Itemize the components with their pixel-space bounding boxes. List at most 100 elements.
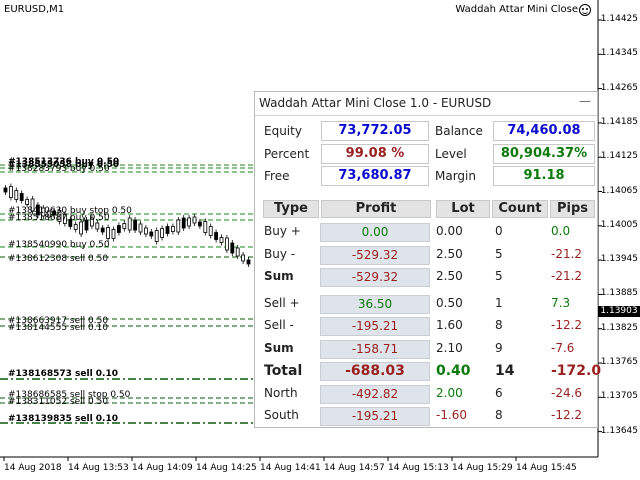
candle-body [197, 221, 202, 227]
row-type: North [264, 385, 298, 400]
price-tick-label: 1.13825 [600, 322, 638, 333]
price-tick-label: 1.13645 [600, 425, 638, 436]
price-tick-label: 1.14185 [600, 116, 638, 127]
candle-body [230, 242, 235, 254]
order-label: #138144555 sell 0.10 [8, 323, 109, 333]
panel-title: Waddah Attar Mini Close 1.0 - EURUSD [259, 96, 492, 110]
row-type: South [264, 408, 299, 422]
row-pips: 7.3 [551, 295, 571, 310]
balance-label: Balance [435, 124, 483, 138]
time-tick-label: 14 Aug 14:57 [324, 463, 385, 473]
candle-body [133, 219, 138, 231]
row-lot: -1.60 [436, 408, 468, 422]
free-value: 73,680.87 [321, 166, 429, 186]
row-lot: 0.00 [436, 224, 463, 238]
time-tick-label: 14 Aug 14:41 [260, 463, 321, 473]
price-tick-label: 1.13705 [600, 391, 638, 402]
candle-body [208, 226, 213, 236]
margin-value: 91.18 [493, 166, 595, 186]
candle-body [176, 219, 181, 233]
row-type: Sell + [264, 295, 300, 310]
mini-close-panel[interactable]: Waddah Attar Mini Close 1.0 - EURUSD — E… [254, 91, 602, 428]
candle-body [181, 217, 186, 229]
time-tick-label: 14 Aug 15:45 [516, 463, 577, 473]
candle-body [187, 217, 192, 227]
percent-value: 99.08 % [321, 144, 429, 164]
percent-label: Percent [264, 147, 310, 161]
order-label: #138540990 buy 0.50 [8, 240, 110, 250]
candle-body [235, 247, 240, 257]
candle-body [79, 221, 83, 235]
margin-label: Margin [435, 169, 476, 183]
candle-body [192, 216, 197, 224]
row-pips: -21.2 [551, 269, 583, 283]
candle-body [122, 223, 127, 229]
candle-body [117, 225, 121, 233]
header-profit: Profit [321, 200, 431, 218]
price-tick-label: 1.14265 [600, 82, 638, 93]
row-count: 5 [495, 246, 503, 261]
time-tick-label: 14 Aug 14:25 [196, 463, 257, 473]
price-tick-label: 1.13765 [600, 357, 638, 367]
time-tick-label: 14 Aug 15:13 [388, 463, 449, 473]
row-count: 1 [495, 295, 503, 310]
row-profit: -688.03 [320, 362, 430, 381]
row-profit: -529.32 [320, 245, 430, 265]
price-tick-label: 1.14125 [600, 151, 638, 162]
row-pips: -172.0 [551, 363, 602, 379]
equity-label: Equity [264, 124, 302, 138]
candle-body [214, 232, 219, 240]
equity-value: 73,772.05 [321, 121, 429, 141]
candle-body [241, 254, 246, 262]
time-tick-label: 14 Aug 15:29 [452, 463, 513, 473]
candle-body [3, 187, 8, 193]
row-type: Buy + [264, 224, 301, 238]
level-label: Level [435, 147, 467, 161]
time-tick-label: 14 Aug 2018 [4, 463, 62, 473]
row-count: 8 [495, 408, 503, 422]
candle-body [8, 186, 13, 198]
candle-body [160, 228, 165, 238]
row-count: 6 [495, 385, 503, 400]
row-pips: 0.0 [551, 224, 571, 238]
chart-symbol: EURUSD,M1 [4, 4, 65, 15]
time-tick-label: 14 Aug 13:53 [68, 463, 129, 473]
candle-body [19, 193, 24, 201]
row-count: 9 [495, 340, 503, 355]
order-label: #138518687 buy 0.50 [8, 213, 110, 223]
candle-body [149, 231, 154, 237]
order-label: #138311052 sell 0.50 [8, 397, 109, 407]
candle-body [138, 223, 143, 233]
header-count: Count [492, 200, 548, 218]
row-profit: -529.32 [320, 268, 430, 287]
price-tick-label: 1.13885 [600, 288, 638, 299]
candle-body [219, 237, 224, 243]
price-tick-label: 1.14005 [600, 219, 638, 230]
row-profit: -195.21 [320, 407, 430, 426]
row-profit: -195.21 [320, 317, 430, 336]
candle-body [224, 237, 229, 251]
candle-body [246, 259, 251, 265]
minimize-icon[interactable]: — [579, 95, 591, 107]
header-type: Type [263, 200, 319, 218]
free-label: Free [264, 169, 290, 183]
level-value: 80,904.37% [493, 144, 595, 164]
row-type: Buy - [264, 246, 296, 261]
row-lot: 2.50 [436, 246, 463, 261]
row-lot: 1.60 [436, 318, 463, 332]
row-pips: -21.2 [551, 246, 583, 261]
candle-body [95, 222, 100, 230]
row-lot: 0.40 [436, 363, 471, 379]
row-profit: -492.82 [320, 384, 430, 404]
row-lot: 2.00 [436, 385, 463, 400]
header-pips: Pips [550, 200, 595, 218]
order-label: #138168573 sell 0.10 [8, 369, 119, 379]
row-profit: 0.00 [320, 223, 430, 242]
time-tick-label: 14 Aug 14:09 [132, 463, 193, 473]
row-type: Total [264, 363, 303, 379]
row-pips: -24.6 [551, 385, 583, 400]
row-pips: -12.2 [551, 408, 583, 422]
row-lot: 0.50 [436, 295, 463, 310]
row-count: 5 [495, 269, 503, 283]
row-lot: 2.50 [436, 269, 463, 283]
